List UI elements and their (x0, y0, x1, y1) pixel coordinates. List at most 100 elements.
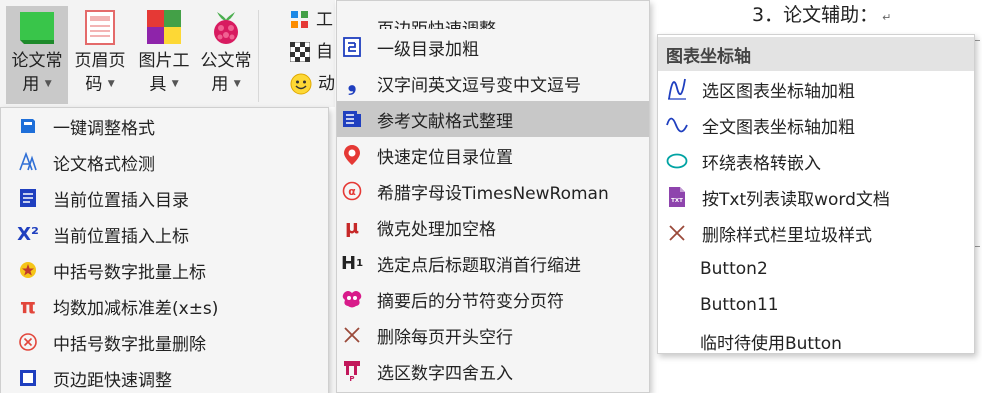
picture-tools-label-2: 具 (149, 74, 167, 95)
menu-item-microgram-space[interactable]: μ 微克处理加空格 (337, 209, 649, 245)
menu-item-label: Button11 (700, 295, 779, 315)
heading-icon: H1 (340, 252, 364, 274)
official-doc-label-2: 用 (211, 74, 229, 95)
checker-icon (290, 42, 310, 62)
document-heading-text: 3．论文辅助： (752, 4, 879, 26)
menu-item-section-break[interactable]: 摘要后的分节符变分页符 (337, 281, 649, 317)
ribbon-small-item-1[interactable]: 工 (290, 8, 333, 32)
delete-x-icon (341, 324, 363, 346)
picture-tools-label-1: 图片工 (138, 51, 190, 71)
menu-item-one-click-format[interactable]: 一键调整格式 (1, 108, 328, 144)
superscript-icon: X² (17, 223, 39, 245)
menu-item-heading-indent[interactable]: H1 选定点后标题取消首行缩进 (337, 245, 649, 281)
header-page-icon (85, 10, 115, 45)
menu-item-label: Button2 (700, 259, 768, 279)
menu-item-table-embed[interactable]: 环绕表格转嵌入 (658, 143, 974, 179)
paper-common-menu: 一键调整格式 论文格式检测 当前位置插入目录 X² 当前位置插入上标 中括号数字… (0, 107, 329, 393)
menu-item-label: 中括号数字批量上标 (53, 262, 206, 283)
menu-item-selection-axis-bold[interactable]: 选区图表坐标轴加粗 (658, 71, 974, 107)
menu-item-label: 当前位置插入目录 (53, 190, 189, 211)
smiley-icon (290, 73, 312, 95)
raspberry-icon (214, 12, 238, 44)
menu-item-locate-toc[interactable]: 快速定位目录位置 (337, 137, 649, 173)
menu-item-label: 中括号数字批量删除 (53, 334, 206, 355)
menu-item-delete-junk-styles[interactable]: 删除样式栏里垃圾样式 (658, 215, 974, 251)
menu-item-temp-button[interactable]: 临时待使用Button (658, 323, 974, 359)
submenu-title-text: 图表坐标轴 (666, 46, 751, 67)
menu-item-label: 快速定位目录位置 (377, 147, 513, 168)
chevron-down-icon: ▼ (233, 79, 241, 89)
svg-text:α: α (348, 185, 356, 198)
menu-item-insert-toc[interactable]: 当前位置插入目录 (1, 180, 328, 216)
ribbon-small-item-3[interactable]: 动 (290, 72, 335, 96)
menu-item-label: 均数加减标准差(x±s) (53, 298, 219, 319)
chevron-down-icon: ▼ (171, 79, 179, 89)
menu-item-label: 选定点后标题取消首行缩进 (377, 255, 581, 276)
menu-item-label: 摘要后的分节符变分页符 (377, 291, 564, 312)
ellipse-icon (666, 150, 688, 172)
ribbon: 论文常 用 ▼ 页眉页 码 ▼ 图片工 具 ▼ 公文常 用 ▼ 工 自 动 (0, 0, 335, 107)
menu-item-all-axis-bold[interactable]: 全文图表坐标轴加粗 (658, 107, 974, 143)
menu-item-label: 全文图表坐标轴加粗 (702, 117, 855, 138)
format-check-icon (17, 151, 39, 173)
heading-bold-icon (341, 36, 363, 58)
menu-item-delete-blank-lines[interactable]: 删除每页开头空行 (337, 317, 649, 353)
pi-icon: π (20, 294, 36, 318)
round-number-icon: P (341, 360, 363, 382)
comma-icon: ❟ (347, 70, 357, 96)
menu-item-reference-format[interactable]: 参考文献格式整理 (337, 101, 649, 137)
menu-item-comma-convert[interactable]: ❟ 汉字间英文逗号变中文逗号 (337, 65, 649, 101)
paragraph-mark-icon: ↵ (882, 11, 892, 24)
grid-tool-icon (291, 11, 308, 28)
document-heading: 3．论文辅助： ↵ (752, 0, 891, 27)
official-doc-button[interactable]: 公文常 用 ▼ (196, 6, 256, 104)
menu-item-label: 删除样式栏里垃圾样式 (702, 225, 872, 246)
menu-item-mean-sd[interactable]: π 均数加减标准差(x±s) (1, 288, 328, 324)
picture-grid-icon (147, 10, 181, 44)
mu-icon: μ (345, 216, 359, 238)
menu-item-label: 论文格式检测 (53, 154, 155, 175)
menu-item-button2[interactable]: Button2 (658, 251, 974, 287)
ribbon-small-label-1: 工 (316, 10, 333, 30)
circle-x-icon (17, 331, 39, 353)
svg-text:TXT: TXT (671, 198, 683, 204)
menu-item-label: 一级目录加粗 (377, 39, 479, 60)
menu-item-label: 删除每页开头空行 (377, 327, 513, 348)
menu-item-margin-adjust[interactable]: 页边距快速调整 (1, 360, 328, 393)
menu-item-label: 页边距快速调整 (53, 370, 172, 391)
menu-item-label: 选区图表坐标轴加粗 (702, 81, 855, 102)
header-page-button[interactable]: 页眉页 码 ▼ (70, 6, 130, 104)
margin-icon (17, 367, 39, 389)
menu-item-insert-superscript[interactable]: X² 当前位置插入上标 (1, 216, 328, 252)
submenu-title: 图表坐标轴 (658, 37, 974, 71)
ribbon-small-item-2[interactable]: 自 (290, 40, 333, 64)
menu-item-read-txt-list[interactable]: TXT 按Txt列表读取word文档 (658, 179, 974, 215)
location-pin-icon (341, 144, 363, 166)
menu-item-level1-bold[interactable]: 一级目录加粗 (337, 29, 649, 65)
official-doc-label-1: 公文常 (200, 51, 252, 71)
menu-item-label: 当前位置插入上标 (53, 226, 189, 247)
axis-bold-icon (666, 78, 688, 100)
paper-common-label-2: 用 (22, 74, 40, 95)
paper-common-button[interactable]: 论文常 用 ▼ (6, 6, 68, 104)
menu-item-round-numbers[interactable]: P 选区数字四舍五入 (337, 353, 649, 389)
picture-tools-button[interactable]: 图片工 具 ▼ (134, 6, 194, 104)
menu-item-label: 参考文献格式整理 (377, 111, 513, 132)
menu-item-label: 汉字间英文逗号变中文逗号 (377, 75, 581, 96)
menu-item-label: 临时待使用Button (700, 333, 842, 354)
paper-icon (20, 12, 54, 44)
reference-icon (341, 108, 363, 130)
paper-assist-submenu: 页边距快速调整 一级目录加粗 ❟ 汉字间英文逗号变中文逗号 参考文献格式整理 快… (336, 0, 650, 393)
menu-item-margin-adjust-partial[interactable]: 页边距快速调整 (337, 1, 649, 29)
menu-item-greek-font[interactable]: α 希腊字母设TimesNewRoman (337, 173, 649, 209)
menu-item-button11[interactable]: Button11 (658, 287, 974, 323)
svg-text:P: P (349, 375, 354, 382)
paper-common-label-1: 论文常 (11, 51, 63, 71)
menu-item-bracket-delete[interactable]: 中括号数字批量删除 (1, 324, 328, 360)
doc-adjust-icon (17, 115, 39, 137)
menu-item-format-check[interactable]: 论文格式检测 (1, 144, 328, 180)
menu-item-bracket-superscript[interactable]: 中括号数字批量上标 (1, 252, 328, 288)
header-page-label-2: 码 (85, 74, 103, 95)
menu-item-label: 微克处理加空格 (377, 219, 496, 240)
ribbon-small-label-3: 动 (318, 74, 335, 94)
